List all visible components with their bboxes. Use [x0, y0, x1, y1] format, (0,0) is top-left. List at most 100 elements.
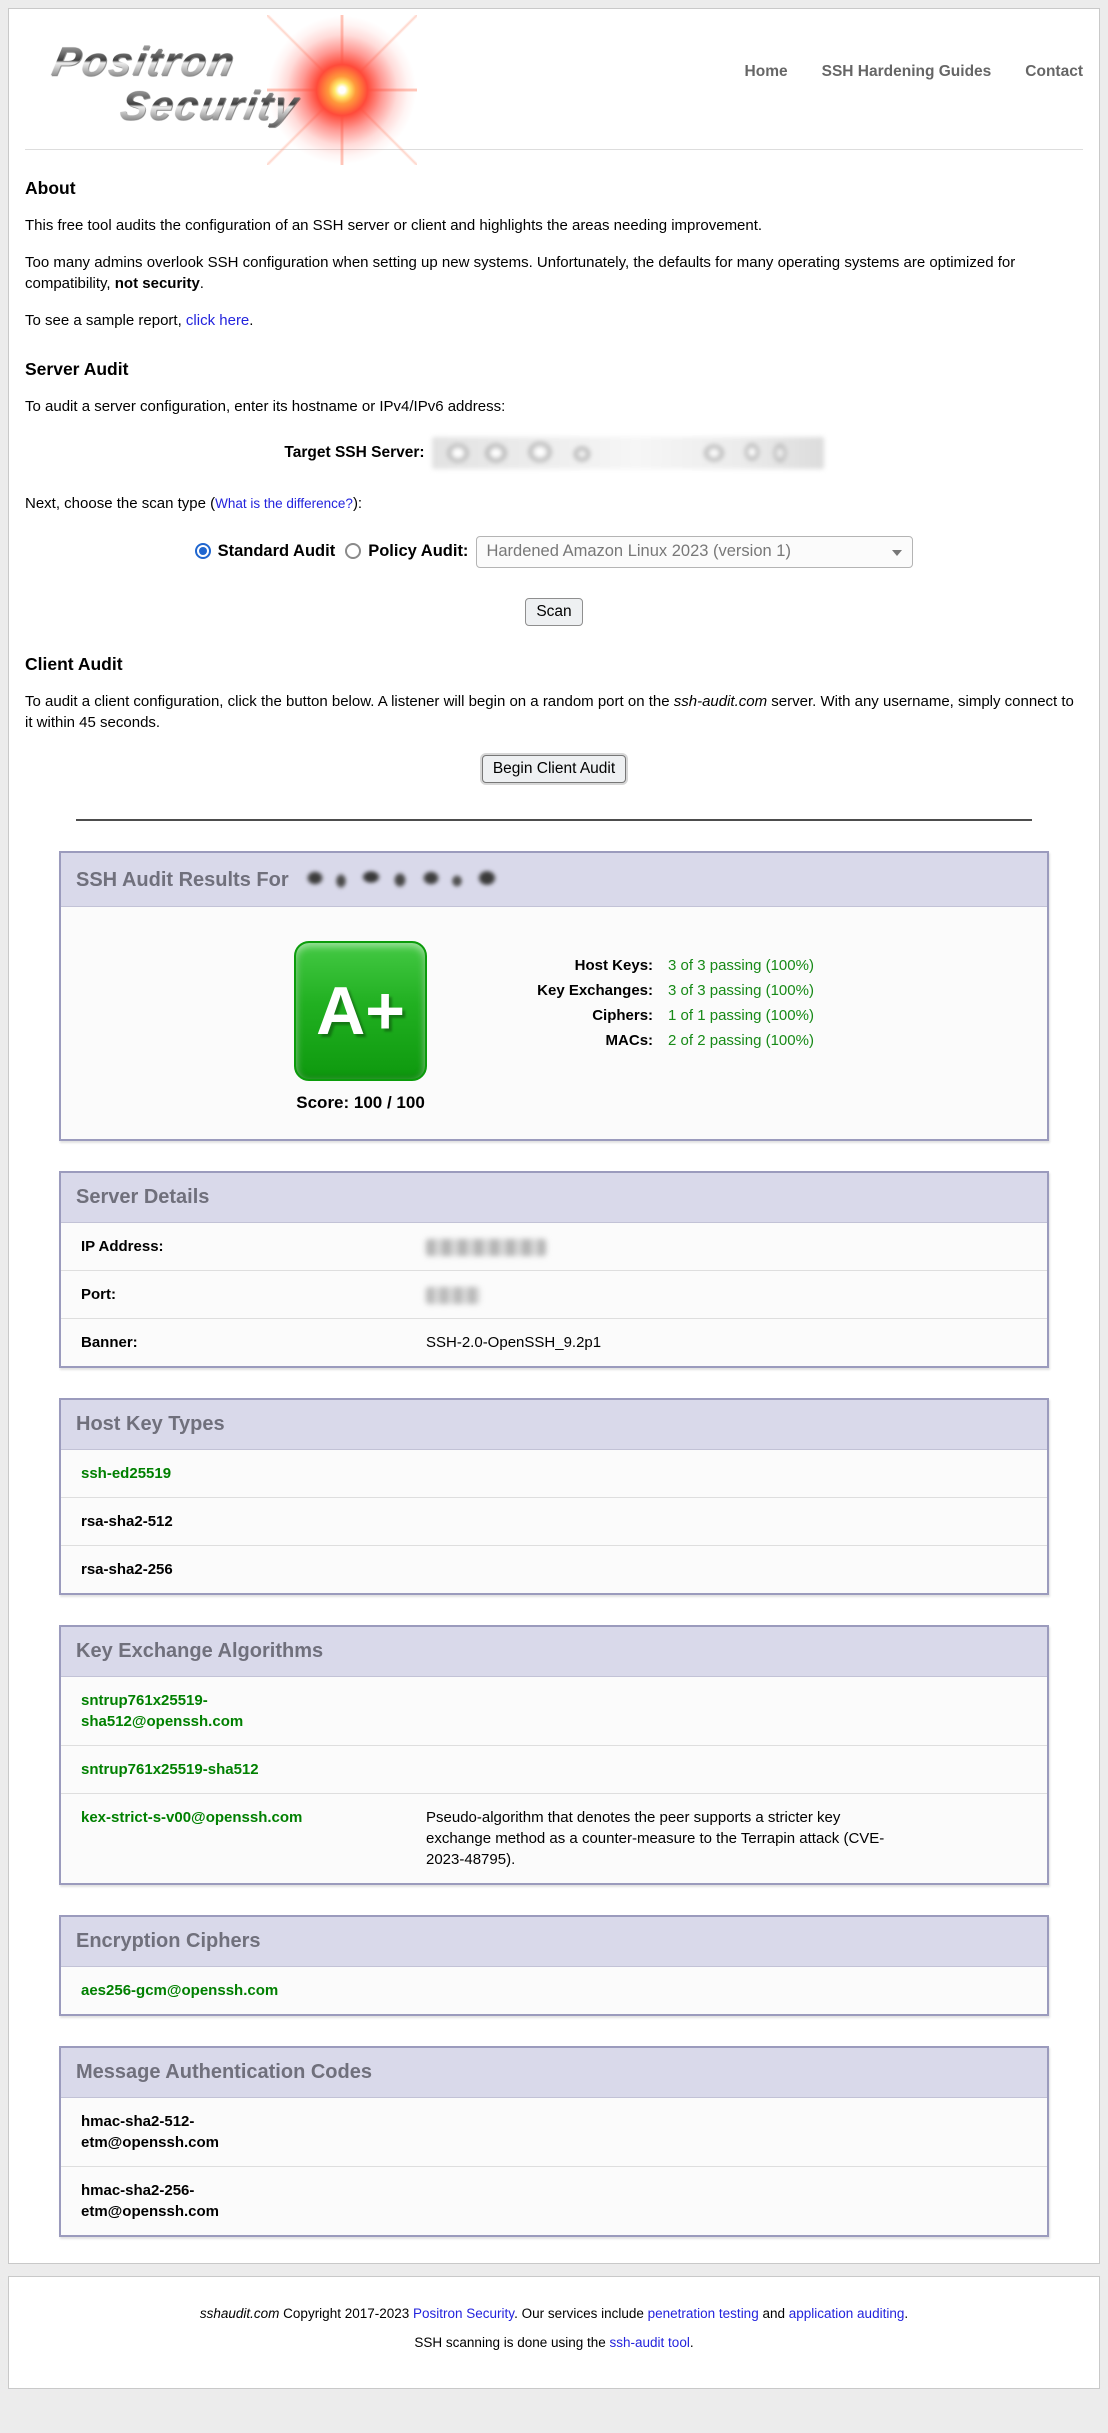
- header: Positron Security Home SSH Hardening Gui…: [25, 23, 1083, 135]
- logo-text-line2: Security: [117, 85, 304, 127]
- key-exchange-panel: Key Exchange Algorithms sntrup761x25519-…: [59, 1625, 1049, 1885]
- stats-column: Host Keys: 3 of 3 passing (100%) Key Exc…: [501, 949, 814, 1057]
- redacted-ip-address: [426, 1239, 546, 1256]
- key-exchange-title: Key Exchange Algorithms: [61, 1627, 1047, 1677]
- positron-security-logo: Positron Security: [25, 23, 465, 135]
- standard-audit-label: Standard Audit: [218, 542, 336, 560]
- policy-audit-label: Policy Audit:: [368, 542, 468, 560]
- host-key-row: rsa-sha2-512: [61, 1498, 1047, 1546]
- scan-type-difference-link[interactable]: What is the difference?: [215, 496, 353, 511]
- stat-label: MACs:: [501, 1032, 653, 1049]
- target-server-label: Target SSH Server:: [284, 444, 424, 461]
- detail-label: Banner:: [81, 1332, 426, 1353]
- about-p2-end: .: [200, 275, 204, 292]
- mac-row: hmac-sha2-512- etm@openssh.com: [61, 2098, 1047, 2167]
- header-divider: [25, 149, 1083, 150]
- host-key-row: rsa-sha2-256: [61, 1546, 1047, 1593]
- footer-services-end: .: [904, 2306, 908, 2321]
- policy-select[interactable]: Hardened Amazon Linux 2023 (version 1): [476, 536, 913, 568]
- redacted-hostname: [299, 866, 511, 893]
- mac-name: hmac-sha2-256- etm@openssh.com: [81, 2180, 219, 2222]
- kex-name: kex-strict-s-v00@openssh.com: [81, 1807, 426, 1870]
- scan-button-row: Scan: [25, 598, 1083, 626]
- about-paragraph-1: This free tool audits the configuration …: [25, 215, 1083, 236]
- stat-row-macs: MACs: 2 of 2 passing (100%): [501, 1032, 814, 1049]
- audit-results-title: SSH Audit Results For: [61, 853, 1047, 907]
- scan-type-line: Next, choose the scan type (What is the …: [25, 493, 1083, 514]
- footer: sshaudit.com Copyright 2017-2023 Positro…: [8, 2276, 1100, 2389]
- client-audit-domain: ssh-audit.com: [674, 693, 767, 710]
- detail-row-banner: Banner: SSH-2.0-OpenSSH_9.2p1: [61, 1319, 1047, 1366]
- footer-services-mid: and: [759, 2306, 789, 2321]
- client-audit-heading: Client Audit: [25, 654, 1083, 675]
- about-p3-text: To see a sample report,: [25, 312, 186, 329]
- nav-ssh-hardening-guides[interactable]: SSH Hardening Guides: [822, 63, 992, 81]
- detail-row-ip: IP Address:: [61, 1223, 1047, 1271]
- detail-value: SSH-2.0-OpenSSH_9.2p1: [426, 1332, 601, 1353]
- about-paragraph-2: Too many admins overlook SSH configurati…: [25, 252, 1083, 294]
- stat-value: 1 of 1 passing (100%): [668, 1007, 814, 1024]
- nav-contact[interactable]: Contact: [1025, 63, 1083, 81]
- stat-label: Key Exchanges:: [501, 982, 653, 999]
- host-key-name: ssh-ed25519: [81, 1463, 171, 1484]
- scan-type-end: ):: [353, 495, 362, 512]
- footer-line-1: sshaudit.com Copyright 2017-2023 Positro…: [19, 2306, 1089, 2321]
- host-key-name: rsa-sha2-256: [81, 1559, 173, 1580]
- footer-site: sshaudit.com: [200, 2306, 280, 2321]
- policy-select-value: Hardened Amazon Linux 2023 (version 1): [486, 542, 791, 560]
- host-key-row: ssh-ed25519: [61, 1450, 1047, 1498]
- kex-name: sntrup761x25519- sha512@openssh.com: [81, 1690, 426, 1732]
- positron-security-link[interactable]: Positron Security: [413, 2306, 514, 2321]
- sample-report-link[interactable]: click here: [186, 312, 249, 329]
- macs-panel: Message Authentication Codes hmac-sha2-5…: [59, 2046, 1049, 2237]
- server-audit-intro: To audit a server configuration, enter i…: [25, 396, 1083, 417]
- stat-row-host-keys: Host Keys: 3 of 3 passing (100%): [501, 957, 814, 974]
- scan-button[interactable]: Scan: [525, 598, 582, 626]
- begin-client-audit-row: Begin Client Audit: [25, 749, 1083, 783]
- ssh-audit-tool-link[interactable]: ssh-audit tool: [610, 2335, 690, 2350]
- stat-label: Host Keys:: [501, 957, 653, 974]
- encryption-ciphers-panel: Encryption Ciphers aes256-gcm@openssh.co…: [59, 1915, 1049, 2016]
- mac-row: hmac-sha2-256- etm@openssh.com: [61, 2167, 1047, 2235]
- stat-value: 2 of 2 passing (100%): [668, 1032, 814, 1049]
- scan-type-options: Standard Audit Policy Audit: Hardened Amaz…: [25, 536, 1083, 568]
- stat-value: 3 of 3 passing (100%): [668, 982, 814, 999]
- application-auditing-link[interactable]: application auditing: [789, 2306, 905, 2321]
- server-details-title: Server Details: [61, 1173, 1047, 1223]
- footer-scanning-end: .: [690, 2335, 694, 2350]
- target-server-row: Target SSH Server:: [25, 437, 1083, 469]
- detail-row-port: Port:: [61, 1271, 1047, 1319]
- stat-label: Ciphers:: [501, 1007, 653, 1024]
- stat-row-ciphers: Ciphers: 1 of 1 passing (100%): [501, 1007, 814, 1024]
- grade-column: A+ Score: 100 / 100: [294, 941, 427, 1113]
- about-p3-end: .: [249, 312, 253, 329]
- results-panels: SSH Audit Results For A+ Score: 100 / 10…: [59, 851, 1049, 2237]
- client-audit-text: To audit a client configuration, click t…: [25, 693, 674, 710]
- penetration-testing-link[interactable]: penetration testing: [648, 2306, 759, 2321]
- footer-scanning-text: SSH scanning is done using the: [414, 2335, 609, 2350]
- detail-value-redacted: [426, 1236, 546, 1257]
- host-key-name: rsa-sha2-512: [81, 1511, 173, 1532]
- main-card: Positron Security Home SSH Hardening Gui…: [8, 8, 1100, 2264]
- kex-row: kex-strict-s-v00@openssh.com Pseudo-algo…: [61, 1794, 1047, 1883]
- logo-text-line1: Positron: [49, 41, 240, 83]
- nav-home[interactable]: Home: [745, 63, 788, 81]
- policy-audit-radio[interactable]: [345, 543, 361, 559]
- kex-name: sntrup761x25519-sha512: [81, 1759, 426, 1780]
- target-server-input[interactable]: [432, 437, 824, 469]
- standard-audit-radio[interactable]: [195, 543, 211, 559]
- cipher-row: aes256-gcm@openssh.com: [61, 1967, 1047, 2014]
- detail-value-redacted: [426, 1284, 480, 1305]
- host-key-types-panel: Host Key Types ssh-ed25519 rsa-sha2-512 …: [59, 1398, 1049, 1595]
- footer-copyright: Copyright 2017-2023: [279, 2306, 413, 2321]
- scan-type-text: Next, choose the scan type (: [25, 495, 215, 512]
- kex-row: sntrup761x25519- sha512@openssh.com: [61, 1677, 1047, 1746]
- cipher-name: aes256-gcm@openssh.com: [81, 1980, 278, 2001]
- grade-badge: A+: [294, 941, 427, 1081]
- kex-note: Pseudo-algorithm that denotes the peer s…: [426, 1807, 888, 1870]
- main-nav: Home SSH Hardening Guides Contact: [745, 63, 1083, 81]
- begin-client-audit-button[interactable]: Begin Client Audit: [482, 755, 626, 783]
- detail-label: IP Address:: [81, 1236, 426, 1257]
- audit-results-title-text: SSH Audit Results For: [76, 869, 289, 891]
- stat-row-key-exchanges: Key Exchanges: 3 of 3 passing (100%): [501, 982, 814, 999]
